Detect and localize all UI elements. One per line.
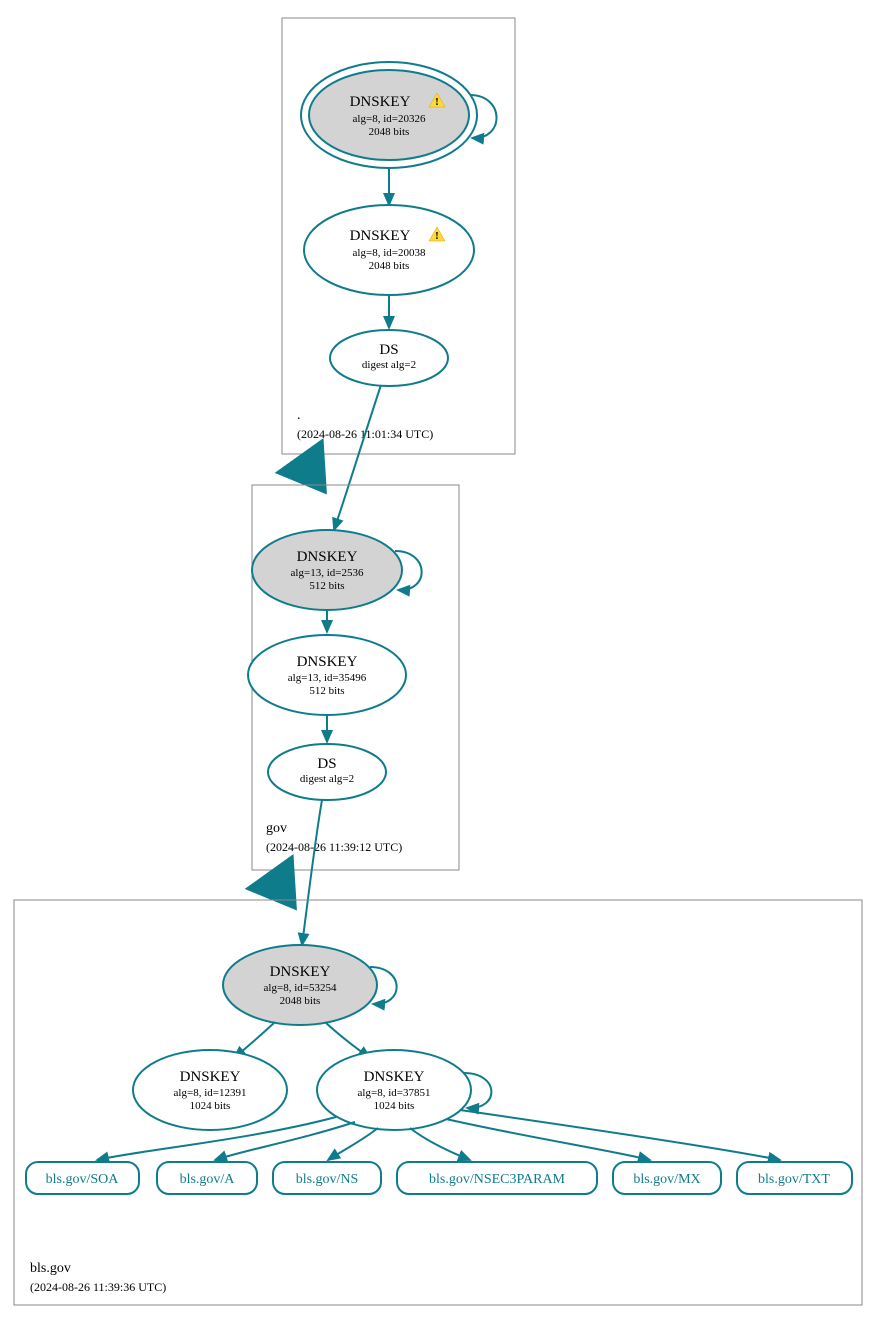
- label: DNSKEY: [364, 1069, 425, 1085]
- svg-text:DNSKEY: DNSKEY: [350, 94, 411, 110]
- label: 2048 bits: [280, 995, 321, 1007]
- label: digest alg=2: [300, 773, 354, 785]
- node-gov-ds: DS digest alg=2: [268, 744, 386, 800]
- label: alg=8, id=53254: [264, 982, 337, 994]
- label: DS: [379, 342, 398, 358]
- edge-z2-n3p: [410, 1128, 470, 1160]
- label: alg=8, id=20326: [353, 113, 426, 125]
- svg-text:DNSKEY: DNSKEY: [350, 228, 411, 244]
- svg-text:!: !: [435, 96, 439, 108]
- node-gov-ksk: DNSKEY alg=13, id=2536 512 bits: [252, 530, 402, 610]
- label: digest alg=2: [362, 359, 416, 371]
- rr-n3p: bls.gov/NSEC3PARAM: [397, 1162, 597, 1194]
- label: bls.gov/SOA: [46, 1172, 120, 1187]
- zone-time-gov: (2024-08-26 11:39:12 UTC): [266, 840, 402, 854]
- label: 512 bits: [309, 580, 344, 592]
- node-root-ds: DS digest alg=2: [330, 330, 448, 386]
- label: bls.gov/A: [180, 1172, 236, 1187]
- edge-gov-ds-bls-ksk: [302, 800, 322, 945]
- edge-z2-ns: [328, 1128, 378, 1160]
- node-root-ksk: DNSKEY alg=8, id=20326 2048 bits !: [301, 62, 477, 168]
- label: DNSKEY: [180, 1069, 241, 1085]
- rr-txt: bls.gov/TXT: [737, 1162, 852, 1194]
- rr-a: bls.gov/A: [157, 1162, 257, 1194]
- label: DNSKEY: [297, 549, 358, 565]
- rr-soa: bls.gov/SOA: [26, 1162, 139, 1194]
- node-bls-z1: DNSKEY alg=8, id=12391 1024 bits: [133, 1050, 287, 1130]
- label: bls.gov/TXT: [758, 1172, 830, 1187]
- edge-root-ds-gov-ksk: [334, 385, 381, 530]
- label: alg=8, id=20038: [353, 247, 426, 259]
- label: 2048 bits: [369, 260, 410, 272]
- label: alg=8, id=37851: [358, 1087, 431, 1099]
- label: bls.gov/NS: [296, 1172, 359, 1187]
- label: alg=8, id=12391: [174, 1087, 247, 1099]
- zone-time-bls: (2024-08-26 11:39:36 UTC): [30, 1280, 166, 1294]
- label: DS: [317, 756, 336, 772]
- svg-text:!: !: [435, 230, 439, 242]
- label: alg=13, id=35496: [288, 672, 367, 684]
- label: alg=13, id=2536: [291, 567, 364, 579]
- label: DNSKEY: [350, 228, 411, 244]
- label: 1024 bits: [190, 1100, 231, 1112]
- node-gov-zsk: DNSKEY alg=13, id=35496 512 bits: [248, 635, 406, 715]
- label: DNSKEY: [297, 654, 358, 670]
- label: 1024 bits: [374, 1100, 415, 1112]
- zone-name-bls: bls.gov: [30, 1261, 71, 1276]
- label: DNSKEY: [270, 964, 331, 980]
- node-bls-ksk: DNSKEY alg=8, id=53254 2048 bits: [223, 945, 377, 1025]
- label: DNSKEY: [350, 94, 411, 110]
- label: 512 bits: [309, 685, 344, 697]
- label: 2048 bits: [369, 126, 410, 138]
- rr-ns: bls.gov/NS: [273, 1162, 381, 1194]
- edge-z2-mx: [446, 1119, 650, 1160]
- label: bls.gov/MX: [633, 1172, 700, 1187]
- node-bls-z2: DNSKEY alg=8, id=37851 1024 bits: [317, 1050, 471, 1130]
- label: bls.gov/NSEC3PARAM: [429, 1172, 566, 1187]
- rr-mx: bls.gov/MX: [613, 1162, 721, 1194]
- zone-name-root: .: [297, 408, 301, 423]
- zone-name-gov: gov: [266, 821, 287, 836]
- node-root-zsk: DNSKEY alg=8, id=20038 2048 bits !: [304, 205, 474, 295]
- edge-delegation-root-gov: [306, 454, 313, 475]
- edge-delegation-gov-bls: [276, 870, 283, 891]
